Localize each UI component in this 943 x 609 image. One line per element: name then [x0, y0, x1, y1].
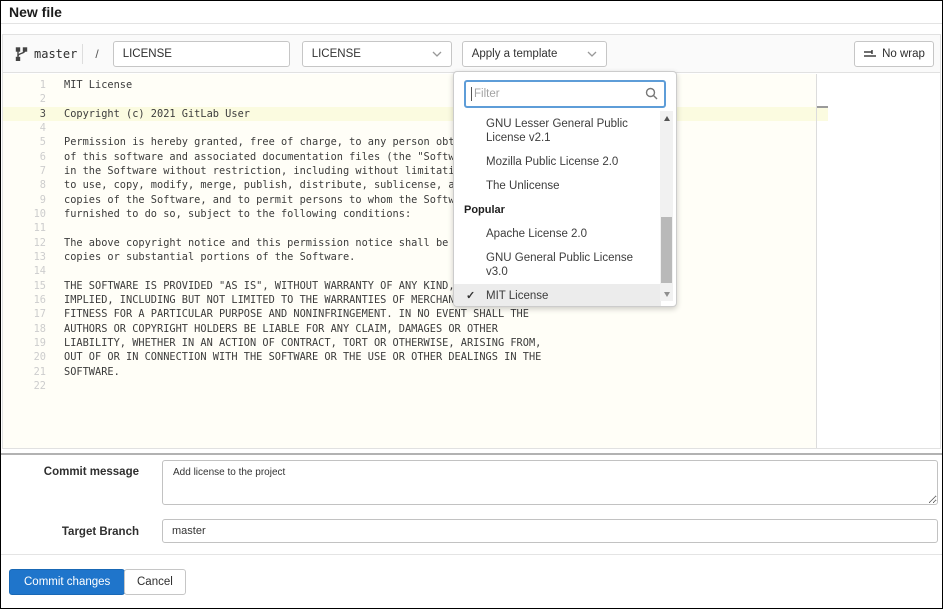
line-number: 13	[3, 250, 46, 264]
no-wrap-button[interactable]: No wrap	[854, 41, 934, 67]
toolbar-divider	[82, 44, 83, 64]
scrollbar-thumb[interactable]	[661, 217, 672, 283]
line-number: 11	[3, 221, 46, 235]
filter-field	[464, 80, 666, 108]
no-wrap-icon	[863, 48, 877, 60]
template-option-label: The Unlicense	[486, 180, 560, 192]
line-number: 6	[3, 150, 46, 164]
search-icon	[645, 87, 658, 100]
check-icon: ✓	[466, 289, 475, 303]
dropdown-section-header: Popular	[454, 198, 661, 222]
commit-message-label: Commit message	[1, 466, 139, 478]
line-number: 14	[3, 264, 46, 278]
license-type-select-value: LICENSE	[312, 48, 361, 60]
scroll-down-icon	[664, 292, 670, 297]
commit-message-input[interactable]: Add license to the project	[162, 460, 938, 505]
title-divider	[1, 23, 942, 24]
line-number: 22	[3, 379, 46, 393]
line-number: 7	[3, 164, 46, 178]
apply-template-select[interactable]: Apply a template	[462, 41, 607, 67]
scroll-down-button[interactable]	[660, 287, 673, 301]
template-list: GNU Lesser General Public License v2.1 Mo…	[454, 112, 661, 307]
text-caret	[471, 87, 472, 101]
template-dropdown: GNU Lesser General Public License v2.1 Mo…	[453, 71, 677, 307]
path-separator: /	[95, 47, 98, 61]
chevron-down-icon	[587, 51, 597, 57]
line-number: 9	[3, 193, 46, 207]
code-line[interactable]: FITNESS FOR A PARTICULAR PURPOSE AND NON…	[64, 307, 940, 321]
cancel-button[interactable]: Cancel	[124, 569, 186, 595]
line-number: 21	[3, 365, 46, 379]
footer-divider	[1, 554, 942, 555]
template-option[interactable]: GNU Lesser General Public License v2.1	[454, 112, 661, 150]
line-number: 10	[3, 207, 46, 221]
template-option[interactable]: ✓ MIT License	[454, 284, 661, 307]
line-number: 3	[3, 107, 46, 121]
template-option[interactable]: GNU General Public License v3.0	[454, 246, 661, 284]
template-option[interactable]: Apache License 2.0	[454, 222, 661, 246]
code-line[interactable]: SOFTWARE.	[64, 365, 940, 379]
template-option-label: GNU Lesser General Public License v2.1	[486, 118, 628, 144]
chevron-down-icon	[432, 51, 442, 57]
template-option[interactable]: Mozilla Public License 2.0	[454, 150, 661, 174]
code-line[interactable]: OUT OF OR IN CONNECTION WITH THE SOFTWAR…	[64, 350, 940, 364]
apply-template-select-value: Apply a template	[472, 48, 558, 60]
no-wrap-label: No wrap	[882, 48, 925, 60]
license-type-select[interactable]: LICENSE	[302, 41, 452, 67]
target-branch-input[interactable]	[162, 519, 938, 543]
template-filter-input[interactable]	[464, 80, 666, 108]
line-number: 16	[3, 293, 46, 307]
line-number: 18	[3, 322, 46, 336]
section-divider	[1, 453, 942, 455]
branch-name: master	[34, 47, 77, 61]
target-branch-label: Target Branch	[1, 526, 139, 538]
page-title: New file	[9, 4, 62, 20]
branch-ref: master	[15, 47, 77, 61]
git-branch-icon	[15, 47, 28, 61]
commit-changes-button[interactable]: Commit changes	[9, 569, 125, 595]
template-option-label: Apache License 2.0	[486, 228, 587, 240]
line-number: 1	[3, 78, 46, 92]
line-number: 17	[3, 307, 46, 321]
scroll-up-icon	[664, 116, 670, 121]
template-option[interactable]: The Unlicense	[454, 174, 661, 198]
line-number: 5	[3, 135, 46, 149]
line-number: 12	[3, 236, 46, 250]
line-number: 4	[3, 121, 46, 135]
file-toolbar: master / LICENSE Apply a template	[3, 35, 940, 73]
code-line[interactable]: AUTHORS OR COPYRIGHT HOLDERS BE LIABLE F…	[64, 322, 940, 336]
scrollbar-track[interactable]	[660, 125, 673, 287]
template-option-label: MIT License	[486, 290, 548, 302]
dropdown-scrollbar[interactable]	[660, 111, 673, 301]
code-line[interactable]	[64, 379, 940, 393]
scroll-up-button[interactable]	[660, 111, 673, 125]
template-option-label: Mozilla Public License 2.0	[486, 156, 618, 168]
filename-input[interactable]	[113, 41, 290, 67]
line-number: 20	[3, 350, 46, 364]
code-line[interactable]: LIABILITY, WHETHER IN AN ACTION OF CONTR…	[64, 336, 940, 350]
new-file-page: New file master / LICENSE	[0, 0, 943, 609]
line-number: 2	[3, 92, 46, 106]
line-number: 19	[3, 336, 46, 350]
editor-gutter: 12345678910111213141516171819202122	[3, 78, 46, 393]
line-number: 15	[3, 279, 46, 293]
line-number: 8	[3, 178, 46, 192]
template-option-label: GNU General Public License v3.0	[486, 252, 633, 278]
